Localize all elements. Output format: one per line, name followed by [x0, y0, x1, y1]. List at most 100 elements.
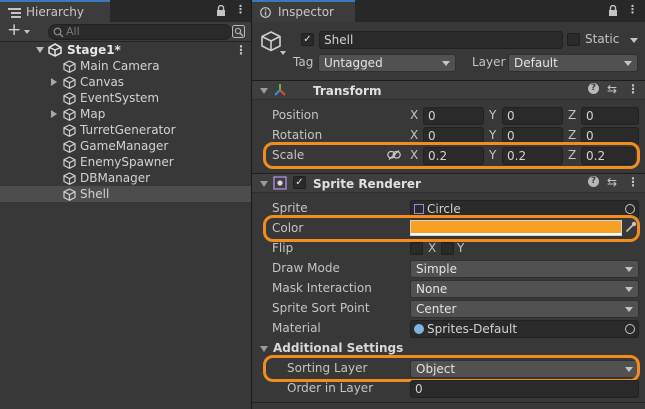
- sprite-renderer-header[interactable]: ✓ Sprite Renderer ? ⇆ ⋮: [252, 173, 645, 193]
- material-value: Sprites-Default: [427, 322, 518, 336]
- hierarchy-item[interactable]: Map: [0, 106, 251, 122]
- component-menu-icon[interactable]: ⋮: [627, 175, 639, 189]
- static-label: Static: [585, 32, 620, 46]
- divider: [252, 402, 645, 403]
- expand-arrow-icon[interactable]: [36, 47, 44, 53]
- order-in-layer-field[interactable]: 0: [410, 380, 639, 398]
- static-checkbox[interactable]: [567, 33, 580, 46]
- hierarchy-item[interactable]: GameManager: [0, 138, 251, 154]
- scene-name: Stage1*: [67, 43, 121, 57]
- lock-icon[interactable]: [216, 5, 226, 17]
- list-icon: [8, 8, 21, 18]
- draw-mode-dropdown[interactable]: Simple: [410, 260, 639, 278]
- object-picker-icon[interactable]: [625, 204, 635, 214]
- sprite-renderer-enabled-checkbox[interactable]: ✓: [293, 176, 306, 189]
- flip-y-checkbox[interactable]: [441, 242, 454, 255]
- expand-arrow-icon[interactable]: [51, 110, 57, 118]
- material-label: Material: [272, 321, 321, 335]
- expand-arrow-icon[interactable]: [51, 78, 57, 86]
- gameobject-icon: [63, 60, 76, 73]
- sprite-asset-icon: [414, 204, 424, 214]
- gameobject-icon: [63, 124, 76, 137]
- hierarchy-item[interactable]: DBManager: [0, 170, 251, 186]
- active-checkbox[interactable]: ✓: [301, 33, 314, 46]
- material-field[interactable]: Sprites-Default: [410, 320, 639, 338]
- static-dropdown-icon[interactable]: [630, 38, 638, 43]
- add-dropdown-icon[interactable]: [24, 30, 30, 34]
- preset-icon[interactable]: ⇆: [607, 82, 617, 96]
- gameobject-icon: [63, 140, 76, 153]
- rotation-z-axis[interactable]: Z: [568, 128, 576, 142]
- layer-label: Layer: [472, 55, 506, 69]
- position-y-field[interactable]: 0: [502, 107, 563, 125]
- position-x-field[interactable]: 0: [423, 107, 484, 125]
- rotation-x-axis[interactable]: X: [410, 128, 418, 142]
- draw-mode-value: Simple: [416, 262, 457, 276]
- chevron-down-icon: [624, 61, 632, 66]
- more-options-icon[interactable]: ⋮: [627, 3, 638, 16]
- fold-arrow-icon[interactable]: [260, 181, 268, 187]
- color-highlight-annotation: [263, 215, 640, 242]
- position-z-axis[interactable]: Z: [568, 108, 576, 122]
- flip-label: Flip: [272, 241, 294, 255]
- gameobject-icon: [63, 92, 76, 105]
- flip-x-checkbox[interactable]: [410, 242, 423, 255]
- chevron-down-icon: [625, 287, 633, 292]
- draw-mode-label: Draw Mode: [272, 261, 340, 275]
- hierarchy-item[interactable]: Main Camera: [0, 58, 251, 74]
- help-icon[interactable]: ?: [588, 83, 599, 94]
- object-picker-icon[interactable]: [625, 324, 635, 334]
- gameobject-icon: [63, 172, 76, 185]
- search-placeholder: All: [66, 25, 80, 38]
- help-icon[interactable]: ?: [588, 176, 599, 187]
- rotation-y-axis[interactable]: Y: [489, 128, 496, 142]
- more-options-icon[interactable]: ⋮: [235, 3, 246, 16]
- position-z-field[interactable]: 0: [581, 107, 639, 125]
- position-y-axis[interactable]: Y: [489, 108, 496, 122]
- hierarchy-item[interactable]: EventSystem: [0, 90, 251, 106]
- scale-highlight-annotation: [263, 142, 640, 169]
- transform-header[interactable]: Transform ? ⇆ ⋮: [252, 80, 645, 100]
- order-in-layer-label: Order in Layer: [287, 381, 374, 395]
- hierarchy-item-label: Shell: [80, 187, 110, 201]
- layer-dropdown[interactable]: Default: [508, 54, 638, 72]
- scene-visibility-icon[interactable]: [232, 25, 245, 38]
- scene-menu-icon[interactable]: ⋮: [235, 42, 247, 58]
- tag-dropdown[interactable]: Untagged: [318, 54, 456, 72]
- hierarchy-item-label: Map: [80, 107, 106, 121]
- gameobject-icon: [63, 76, 76, 89]
- gameobject-cube-icon[interactable]: [260, 30, 282, 52]
- preset-icon[interactable]: ⇆: [607, 175, 617, 189]
- fold-arrow-icon[interactable]: [260, 88, 268, 94]
- component-menu-icon[interactable]: ⋮: [627, 82, 639, 96]
- additional-settings-fold-icon[interactable]: [260, 346, 268, 352]
- gameobject-icon: [63, 156, 76, 169]
- sorting-layer-highlight-annotation: [263, 355, 640, 382]
- hierarchy-search-input[interactable]: All: [48, 24, 232, 40]
- mask-interaction-label: Mask Interaction: [272, 281, 372, 295]
- scene-row[interactable]: Stage1* ⋮: [0, 42, 251, 58]
- icon-dropdown-icon[interactable]: [280, 51, 286, 55]
- object-name-field[interactable]: Shell: [319, 31, 563, 49]
- search-icon: [53, 27, 64, 38]
- inspector-tab[interactable]: Inspector: [252, 0, 355, 22]
- additional-settings-label[interactable]: Additional Settings: [273, 341, 403, 355]
- position-x-axis[interactable]: X: [410, 108, 418, 122]
- lock-icon[interactable]: [608, 5, 618, 17]
- hierarchy-item-label: DBManager: [80, 171, 151, 185]
- layer-value: Default: [514, 56, 558, 70]
- material-asset-icon: [414, 324, 424, 334]
- flip-x-label: X: [428, 241, 437, 255]
- hierarchy-item[interactable]: Canvas: [0, 74, 251, 90]
- add-icon[interactable]: +: [7, 20, 21, 40]
- sprite-sort-point-value: Center: [416, 302, 457, 316]
- sprite-sort-point-dropdown[interactable]: Center: [410, 300, 639, 318]
- hierarchy-item[interactable]: Shell: [0, 186, 251, 202]
- hierarchy-item[interactable]: TurretGenerator: [0, 122, 251, 138]
- hierarchy-item[interactable]: EnemySpawner: [0, 154, 251, 170]
- mask-interaction-dropdown[interactable]: None: [410, 280, 639, 298]
- hierarchy-tab[interactable]: Hierarchy: [0, 0, 110, 22]
- unity-scene-icon: [48, 43, 62, 57]
- info-icon: [260, 7, 271, 18]
- inspector-panel: Inspector ⋮ ✓ Shell Static Tag Untagged …: [252, 0, 645, 409]
